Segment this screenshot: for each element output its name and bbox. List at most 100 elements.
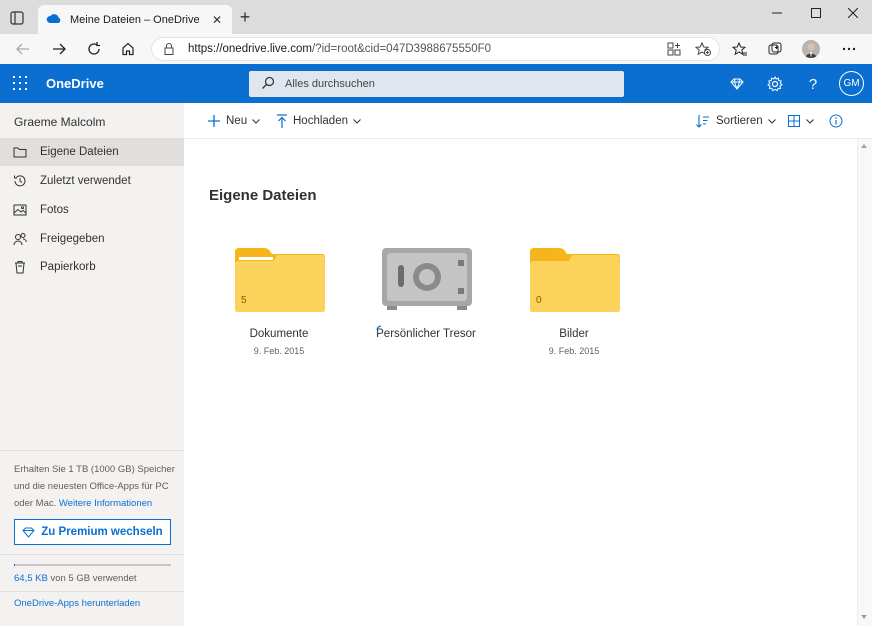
- more-options-icon[interactable]: [840, 40, 858, 58]
- folder-icon: 0: [529, 247, 621, 313]
- app-launcher-icon[interactable]: [13, 76, 27, 90]
- photo-icon: [12, 202, 28, 218]
- home-icon[interactable]: [119, 40, 137, 58]
- page-title: Eigene Dateien: [209, 187, 317, 204]
- view-options-button[interactable]: [788, 112, 814, 130]
- search-placeholder: Alles durchsuchen: [285, 78, 375, 90]
- close-window-icon[interactable]: [834, 0, 872, 26]
- loading-spinner-icon: [376, 324, 386, 338]
- search-icon: [261, 76, 275, 93]
- close-tab-icon[interactable]: ✕: [210, 13, 224, 27]
- premium-diamond-icon[interactable]: [727, 74, 747, 94]
- chevron-down-icon: [353, 118, 361, 124]
- lock-icon[interactable]: [164, 43, 174, 58]
- folder-tile-pictures[interactable]: 0 Bilder 9. Feb. 2015: [514, 247, 634, 367]
- upload-arrow-icon: [277, 114, 287, 128]
- new-tab-icon[interactable]: +: [236, 8, 254, 27]
- tab-actions-icon[interactable]: [8, 9, 26, 27]
- maximize-icon[interactable]: [797, 0, 835, 26]
- sidebar-item-shared[interactable]: Freigegeben: [0, 225, 184, 253]
- new-button-label: Neu: [226, 115, 248, 127]
- upload-button[interactable]: Hochladen: [277, 112, 361, 130]
- settings-gear-icon[interactable]: [765, 74, 785, 94]
- sidebar-item-recent[interactable]: Zuletzt verwendet: [0, 167, 184, 195]
- command-bar: Neu Hochladen Sortieren: [184, 103, 872, 139]
- forward-icon[interactable]: [50, 40, 68, 58]
- vault-safe-icon: [381, 247, 473, 313]
- favorites-icon[interactable]: [731, 40, 749, 58]
- sidebar-divider: [0, 591, 184, 592]
- details-pane-button[interactable]: [829, 112, 849, 130]
- storage-progress-bar: [14, 564, 171, 566]
- scroll-down-icon[interactable]: [861, 615, 867, 619]
- sidebar: Graeme Malcolm Eigene Dateien Zuletzt ve…: [0, 103, 184, 626]
- onedrive-header: OneDrive Alles durchsuchen ? GM: [0, 64, 872, 103]
- upload-button-label: Hochladen: [293, 115, 348, 127]
- folder-icon: 5: [234, 247, 326, 313]
- sidebar-item-label: Zuletzt verwendet: [40, 175, 131, 187]
- sidebar-item-label: Freigegeben: [40, 233, 105, 245]
- browser-tab-bar: Meine Dateien – OneDrive ✕ +: [0, 0, 872, 34]
- new-button[interactable]: Neu: [208, 112, 260, 130]
- history-icon: [12, 173, 28, 189]
- people-icon: [12, 231, 28, 247]
- vertical-scrollbar[interactable]: [857, 139, 872, 626]
- storage-used-link[interactable]: 64,5 KB: [14, 573, 48, 584]
- folder-item-count: 5: [241, 295, 247, 306]
- account-avatar[interactable]: GM: [839, 71, 864, 96]
- item-date: 9. Feb. 2015: [548, 346, 600, 356]
- chevron-down-icon: [767, 118, 776, 124]
- storage-usage-text: 64,5 KB von 5 GB verwendet: [14, 573, 137, 584]
- sidebar-item-recycle-bin[interactable]: Papierkorb: [0, 253, 184, 281]
- refresh-icon[interactable]: [85, 40, 103, 58]
- item-date: 9. Feb. 2015: [253, 346, 305, 356]
- profile-avatar-icon[interactable]: [802, 40, 820, 58]
- go-premium-button[interactable]: Zu Premium wechseln: [14, 519, 171, 545]
- go-premium-label: Zu Premium wechseln: [41, 526, 163, 538]
- trash-icon: [12, 259, 28, 275]
- sidebar-item-label: Fotos: [40, 204, 69, 216]
- browser-address-bar: https://onedrive.live.com/?id=root&cid=0…: [0, 34, 872, 64]
- premium-promo-text: Erhalten Sie 1 TB (1000 GB) Speicher und…: [14, 461, 176, 512]
- browser-tab[interactable]: Meine Dateien – OneDrive ✕: [38, 5, 232, 34]
- sidebar-item-label: Eigene Dateien: [40, 146, 119, 158]
- info-icon: [829, 114, 843, 128]
- sidebar-item-my-files[interactable]: Eigene Dateien: [0, 138, 184, 166]
- url-text: https://onedrive.live.com/?id=root&cid=0…: [188, 43, 491, 55]
- sidebar-divider: [0, 450, 184, 451]
- storage-progress-fill: [14, 564, 15, 566]
- user-name: Graeme Malcolm: [14, 115, 106, 129]
- app-available-icon[interactable]: [667, 42, 681, 59]
- sidebar-item-photos[interactable]: Fotos: [0, 196, 184, 224]
- minimize-icon[interactable]: [758, 0, 796, 26]
- folder-icon: [12, 144, 28, 160]
- help-icon[interactable]: ?: [803, 74, 823, 94]
- url-bar[interactable]: https://onedrive.live.com/?id=root&cid=0…: [151, 37, 720, 61]
- back-icon[interactable]: [14, 40, 32, 58]
- item-name[interactable]: Dokumente: [219, 328, 339, 340]
- folder-tile-documents[interactable]: 5 Dokumente 9. Feb. 2015: [219, 247, 339, 367]
- plus-icon: [208, 115, 220, 127]
- grid-view-icon: [788, 115, 800, 127]
- item-name[interactable]: Bilder: [514, 328, 634, 340]
- sort-button-label: Sortieren: [716, 115, 763, 127]
- vault-tile[interactable]: Persönlicher Tresor: [366, 247, 486, 367]
- onedrive-brand[interactable]: OneDrive: [46, 76, 104, 91]
- main-content: Eigene Dateien 5 Dokumente 9. Feb. 2015: [184, 139, 857, 626]
- diamond-icon: [22, 527, 35, 538]
- search-box[interactable]: Alles durchsuchen: [249, 71, 624, 97]
- sort-icon: [696, 114, 710, 128]
- chevron-down-icon: [806, 118, 814, 124]
- folder-item-count: 0: [536, 295, 542, 306]
- chevron-down-icon: [252, 118, 260, 124]
- scroll-up-icon[interactable]: [861, 144, 867, 148]
- storage-total: von 5 GB verwendet: [50, 573, 137, 584]
- tab-title: Meine Dateien – OneDrive: [70, 13, 200, 26]
- learn-more-link[interactable]: Weitere Informationen: [59, 498, 152, 509]
- collections-icon[interactable]: [766, 40, 784, 58]
- url-path: /?id=root&cid=047D3988675550F0: [312, 43, 492, 55]
- sort-button[interactable]: Sortieren: [696, 112, 776, 130]
- add-favorite-icon[interactable]: [694, 41, 711, 59]
- url-domain: https://onedrive.live.com: [188, 43, 313, 55]
- get-apps-link[interactable]: OneDrive-Apps herunterladen: [14, 598, 140, 609]
